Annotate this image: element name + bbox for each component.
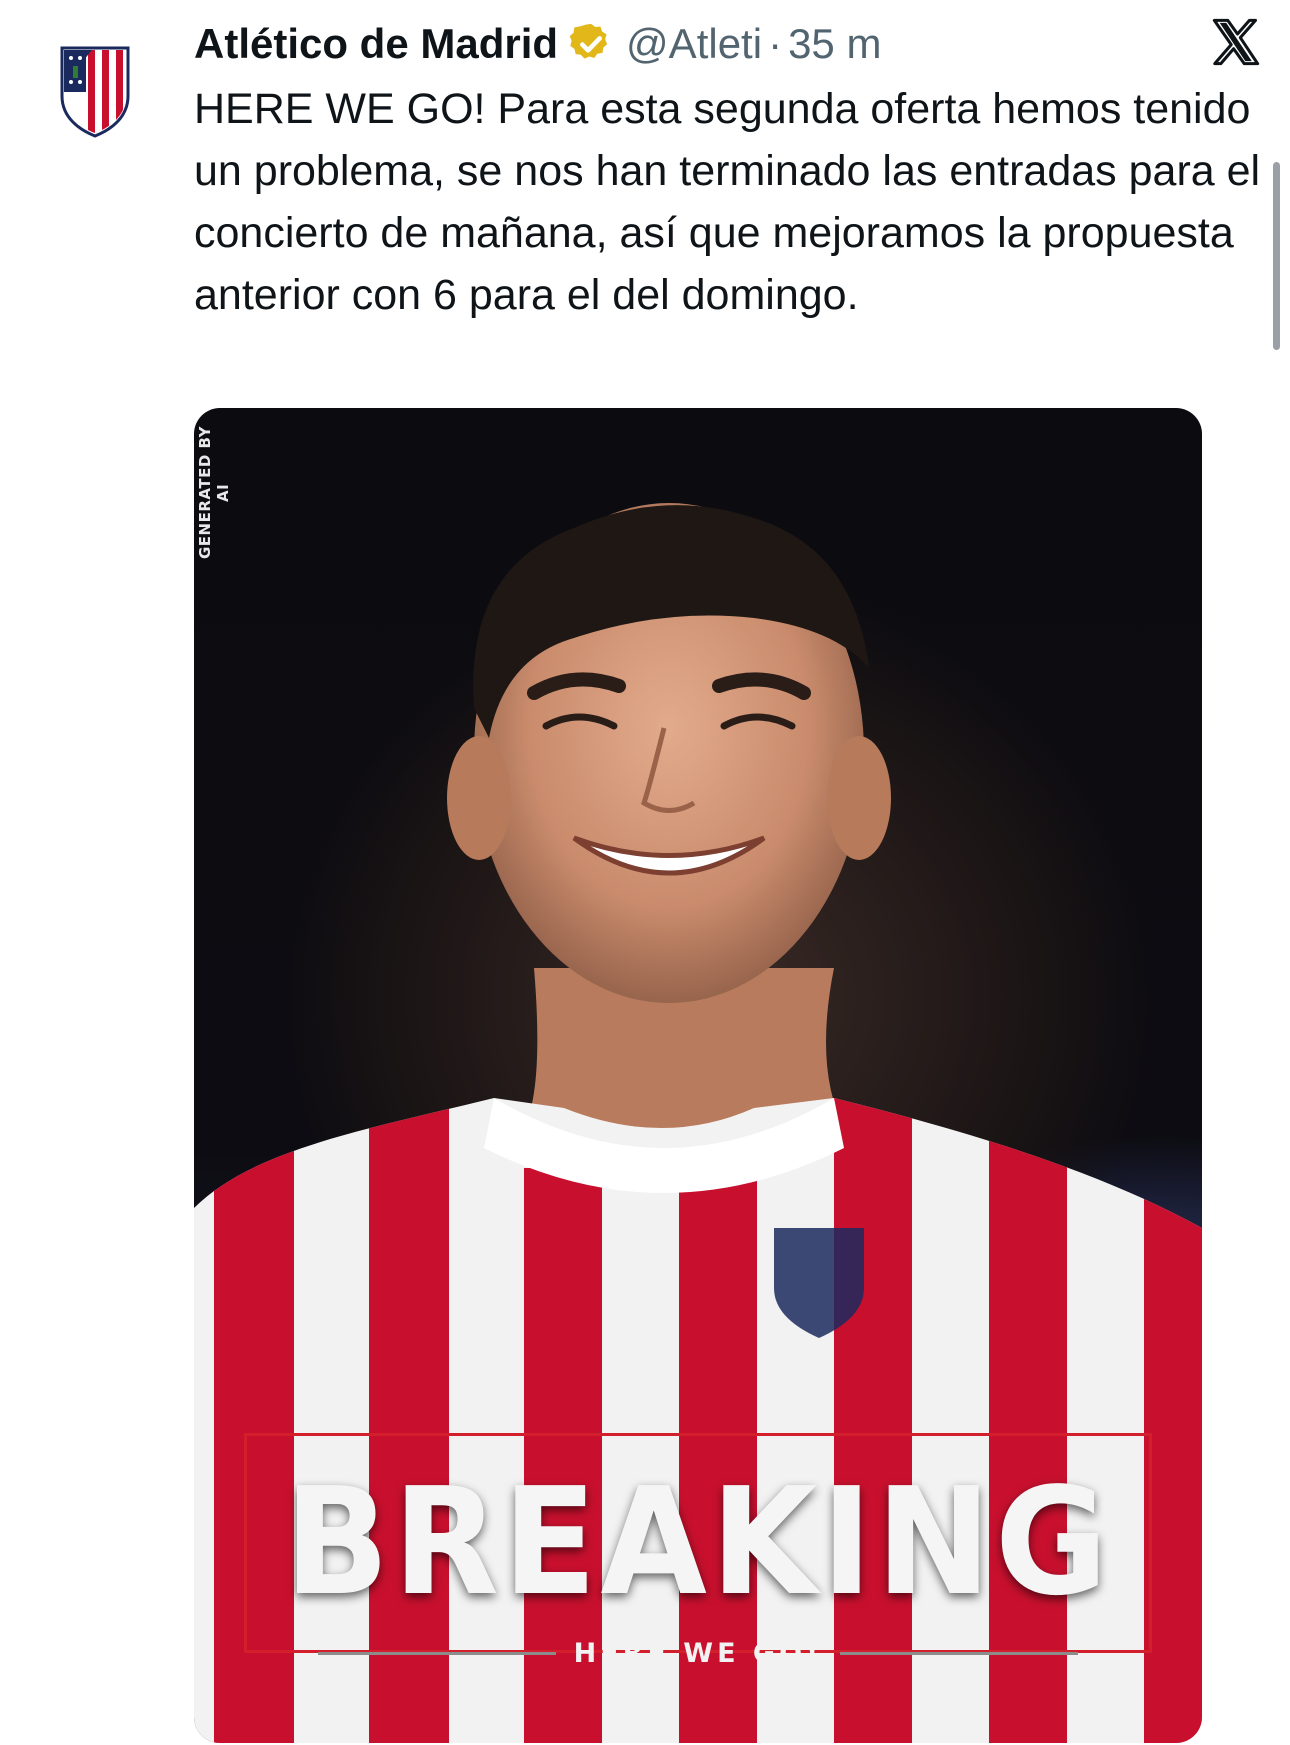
subheadline-text: HERE WE GO! [573, 1637, 823, 1669]
author-name[interactable]: Atlético de Madrid [194, 20, 558, 68]
ai-watermark: GENERATED BY AI [196, 426, 232, 560]
tweet-media-image[interactable]: GENERATED BY AI BREAKING HERE WE GO! [194, 408, 1202, 1743]
divider-left [317, 1651, 556, 1655]
tweet-text: HERE WE GO! Para esta segunda oferta hem… [194, 85, 1261, 319]
verified-badge-icon [569, 23, 608, 59]
scrollbar[interactable] [1273, 162, 1280, 350]
subheadline-row: HERE WE GO! [194, 1633, 1202, 1673]
tweet-timestamp[interactable]: 35 m [788, 20, 881, 68]
tweet-header: Atlético de Madrid @Atleti · 35 m [194, 16, 881, 72]
headline-text: BREAKING [284, 1456, 1112, 1628]
x-logo-icon[interactable] [1210, 16, 1262, 68]
divider-right [840, 1651, 1079, 1655]
atletico-crest-icon [60, 46, 130, 138]
author-handle[interactable]: @Atleti [626, 20, 762, 68]
avatar[interactable] [58, 44, 132, 138]
separator-dot: · [768, 20, 783, 67]
